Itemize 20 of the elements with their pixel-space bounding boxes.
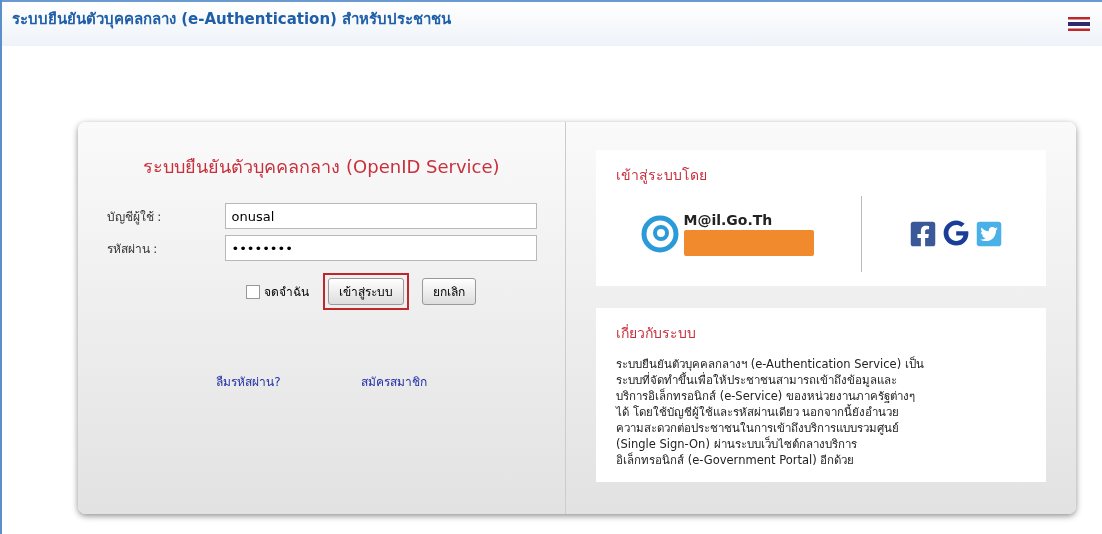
flag-icon[interactable] <box>1068 17 1090 31</box>
panel-title: เข้าสู่ระบบโดย <box>616 166 708 186</box>
page-title: ระบบยืนยันตัวบุคคลกลาง (e-Authentication) สำหรับประชาชน <box>12 9 452 31</box>
panel-title: เกี่ยวกับระบบ <box>616 323 697 343</box>
username-field[interactable]: onusal <box>224 203 537 229</box>
login-title: ระบบยืนยันตัวบุคคลกลาง (OpenID Service) <box>143 155 500 180</box>
field-label: รหัสผ่าน : <box>106 240 159 258</box>
cancel-button[interactable]: ยกเลิก <box>422 278 476 305</box>
login-button[interactable]: เข้าสู่ระบบ <box>328 278 404 305</box>
remember-checkbox[interactable] <box>246 284 260 299</box>
remember-label: จดจำฉัน <box>264 284 309 301</box>
about-text: ระบบยืนยันตัวบุคคลกลางฯ (e-Authentication Service) เป็น ระบบที่จัดทำขึ้นเพื่อให้ประชาชนสามารถเข้าถึงข้อมูลและ บริการอิเล็กทรอนิกส์ (e-Service) ของหน่วยงานภาครัฐต่างๆ ได้ โดยใช้บัญชีผู้ใช้และรหัสผ่านเดียว นอกจากนี้ยังอำนวย ความสะดวกต่อประชาชนในการเข้าถึงบริการแบบรวมศูนย์ (Single Sign-On) ผ่านระบบเว็บไซต์กลางบริการ อิเล็กทรอนิกส์ (e-Government Portal) อีกด้วย <box>616 356 925 468</box>
facebook-icon[interactable] <box>908 220 937 248</box>
password-field[interactable]: •••••••• <box>224 235 537 261</box>
google-icon[interactable] <box>942 220 969 246</box>
logo-text: M@il.Go.Th <box>683 212 774 228</box>
mail-logo[interactable]: M@il.Go.Th <box>639 212 814 256</box>
forgot-password-link[interactable]: ลืมรหัสผ่าน? <box>216 372 281 391</box>
register-link[interactable]: สมัครสมาชิก <box>360 372 427 391</box>
field-label: บัญชีผู้ใช้ : <box>106 208 163 226</box>
